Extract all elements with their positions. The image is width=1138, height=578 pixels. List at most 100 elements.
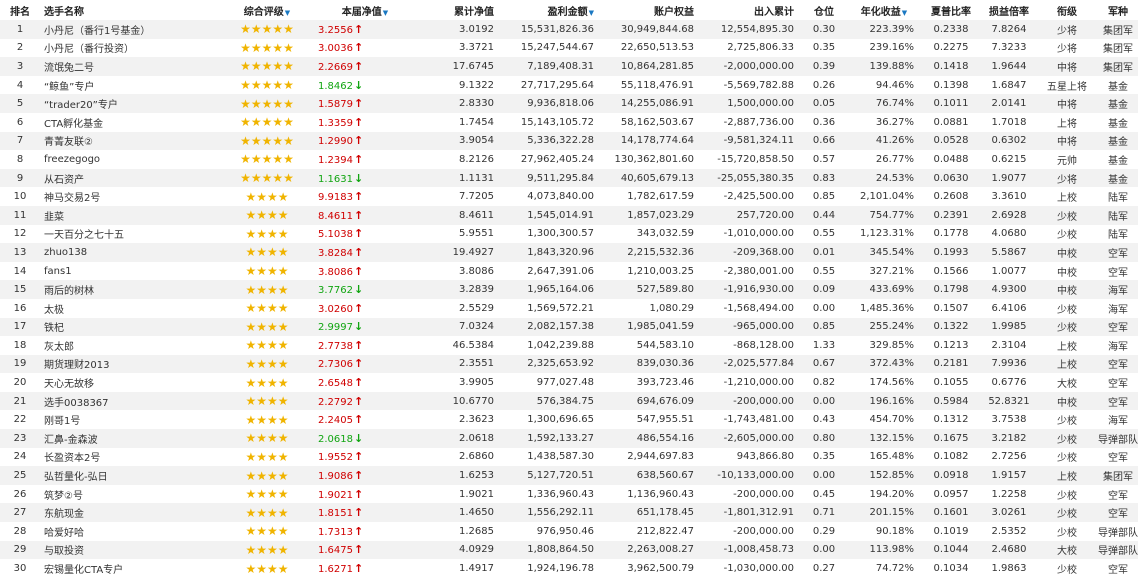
col-equity[interactable]: 账户权益 xyxy=(600,0,700,20)
table-row[interactable]: 1 小丹尼（番行1号基金） ★★★★★ 3.2556↑ 3.0192 15,531,826… xyxy=(0,20,1138,39)
player-name-link[interactable]: “鲸鱼”专户 xyxy=(40,75,216,95)
player-name-link[interactable]: 小丹尼（番行投资） xyxy=(40,38,216,58)
sort-desc-icon[interactable]: ▼ xyxy=(285,9,290,17)
equity-cell: 1,210,003.25 xyxy=(600,261,700,281)
player-name-link[interactable]: 神马交易2号 xyxy=(40,187,216,206)
table-row[interactable]: 22 刚哥1号 ★★★★ 2.2405↑ 2.3623 1,300,696.65 547,9… xyxy=(0,410,1138,430)
table-row[interactable]: 28 哈爱好哈 ★★★★ 1.7313↑ 1.2685 976,950.46 212,822… xyxy=(0,522,1138,541)
player-name-link[interactable]: 一天百分之七十五 xyxy=(40,224,216,244)
player-name-link[interactable]: 选手0038367 xyxy=(40,391,216,411)
col-position[interactable]: 仓位 xyxy=(800,0,848,20)
col-profit[interactable]: 盈利金额▼ xyxy=(500,0,600,20)
player-name-link[interactable]: fans1 xyxy=(40,261,216,281)
table-row[interactable]: 30 宏锡量化CTA专户 ★★★★ 1.6271↑ 1.4917 1,924,196.78… xyxy=(0,559,1138,578)
rank-cell: 4 xyxy=(0,75,40,95)
col-sharpe[interactable]: 夏普比率 xyxy=(920,0,982,20)
nav-value: 2.6548 xyxy=(318,378,353,390)
player-name-link[interactable]: 雨后的树林 xyxy=(40,280,216,299)
sort-desc-icon[interactable]: ▼ xyxy=(383,9,388,17)
table-row[interactable]: 24 长盈资本2号 ★★★★ 1.9552↑ 2.6860 1,438,587.30 2,9… xyxy=(0,447,1138,467)
table-row[interactable]: 12 一天百分之七十五 ★★★★ 5.1038↑ 5.9551 1,300,300.57 3… xyxy=(0,224,1138,244)
player-name-link[interactable]: 韭菜 xyxy=(40,205,216,225)
table-row[interactable]: 6 CTA孵化基金 ★★★★★ 1.3359↑ 1.7454 15,143,105.72 5… xyxy=(0,112,1138,132)
table-row[interactable]: 15 雨后的树林 ★★★★ 3.7762↓ 3.2839 1,965,164.06 527,… xyxy=(0,280,1138,299)
table-row[interactable]: 25 弘哲量化-弘日 ★★★★ 1.9086↑ 1.6253 5,127,720.51 63… xyxy=(0,466,1138,485)
col-pl-ratio[interactable]: 损益倍率 xyxy=(982,0,1036,20)
player-name-link[interactable]: 青菁友联② xyxy=(40,131,216,151)
pl-ratio-cell: 1.0077 xyxy=(982,261,1036,281)
player-name-link[interactable]: 灰太郎 xyxy=(40,336,216,355)
col-name[interactable]: 选手名称 xyxy=(40,0,216,20)
army-cell: 海军 xyxy=(1098,336,1138,355)
player-name-link[interactable]: 期货理财2013 xyxy=(40,354,216,374)
rating-stars: ★★★★ xyxy=(216,559,318,578)
col-cum-nav[interactable]: 累计净值 xyxy=(412,0,500,20)
table-row[interactable]: 2 小丹尼（番行投资） ★★★★★ 3.0036↑ 3.3721 15,247,544.6… xyxy=(0,38,1138,58)
col-title[interactable]: 衔级 xyxy=(1036,0,1098,20)
player-name-link[interactable]: 铁杞 xyxy=(40,317,216,337)
rank-cell: 17 xyxy=(0,317,40,337)
table-row[interactable]: 7 青菁友联② ★★★★★ 1.2990↑ 3.9054 5,336,322.28 14,1… xyxy=(0,131,1138,151)
player-name-link[interactable]: 筑梦②号 xyxy=(40,484,216,504)
table-row[interactable]: 14 fans1 ★★★★ 3.8086↑ 3.8086 2,647,391.06 1,21… xyxy=(0,261,1138,281)
col-annual[interactable]: 年化收益▼ xyxy=(848,0,920,20)
table-row[interactable]: 4 “鲸鱼”专户 ★★★★★ 1.8462↓ 9.1322 27,717,295.64 55… xyxy=(0,75,1138,95)
rating-stars: ★★★★ xyxy=(216,336,318,355)
position-cell: 0.35 xyxy=(800,447,848,467)
position-cell: 0.36 xyxy=(800,112,848,132)
player-name-link[interactable]: 流氓兔二号 xyxy=(40,57,216,76)
player-name-link[interactable]: 东航现金 xyxy=(40,503,216,523)
player-name-link[interactable]: 刚哥1号 xyxy=(40,410,216,430)
arrow-up-icon: ↑ xyxy=(354,245,364,259)
player-name-link[interactable]: 天心无故移 xyxy=(40,373,216,392)
table-row[interactable]: 27 东航现金 ★★★★ 1.8151↑ 1.4650 1,556,292.11 651,1… xyxy=(0,503,1138,523)
table-row[interactable]: 10 神马交易2号 ★★★★ 9.9183↑ 7.7205 4,073,840.00 1,7… xyxy=(0,187,1138,206)
player-name-link[interactable]: freezegogo xyxy=(40,150,216,169)
rank-cell: 8 xyxy=(0,150,40,169)
table-row[interactable]: 11 韭菜 ★★★★ 8.4611↑ 8.4611 1,545,014.91 1,857,0… xyxy=(0,205,1138,225)
player-name-link[interactable]: 太极 xyxy=(40,298,216,318)
table-row[interactable]: 20 天心无故移 ★★★★ 2.6548↑ 3.9905 977,027.48 393,72… xyxy=(0,373,1138,392)
table-row[interactable]: 17 铁杞 ★★★★ 2.9997↓ 7.0324 2,082,157.38 1,985,0… xyxy=(0,317,1138,337)
table-row[interactable]: 19 期货理财2013 ★★★★ 2.7306↑ 2.3551 2,325,653.92 8… xyxy=(0,354,1138,374)
inout-cell: -9,581,324.11 xyxy=(700,131,800,151)
sharpe-cell: 0.1044 xyxy=(920,540,982,560)
army-cell: 集团军 xyxy=(1098,57,1138,76)
table-row[interactable]: 9 从石资产 ★★★★★ 1.1631↓ 1.1131 9,511,295.84 40,60… xyxy=(0,168,1138,188)
col-rank[interactable]: 排名 xyxy=(0,0,40,20)
table-row[interactable]: 21 选手0038367 ★★★★ 2.2792↑ 10.6770 576,384.75 6… xyxy=(0,391,1138,411)
col-nav[interactable]: 本届净值▼ xyxy=(318,0,412,20)
army-cell: 导弹部队 xyxy=(1098,522,1138,541)
col-inout[interactable]: 出入累计 xyxy=(700,0,800,20)
col-army[interactable]: 军种 xyxy=(1098,0,1138,20)
table-row[interactable]: 8 freezegogo ★★★★★ 1.2394↑ 8.2126 27,962,405.… xyxy=(0,150,1138,169)
position-cell: 0.27 xyxy=(800,559,848,578)
player-name-link[interactable]: 小丹尼（番行1号基金） xyxy=(40,20,216,39)
table-row[interactable]: 13 zhuo138 ★★★★ 3.8284↑ 19.4927 1,843,320.96 2… xyxy=(0,243,1138,262)
rank-title-cell: 上校 xyxy=(1036,336,1098,355)
equity-cell: 30,949,844.68 xyxy=(600,20,700,39)
sharpe-cell: 0.2275 xyxy=(920,38,982,58)
player-name-link[interactable]: 与取投资 xyxy=(40,540,216,560)
table-row[interactable]: 26 筑梦②号 ★★★★ 1.9021↑ 1.9021 1,336,960.43 1,136… xyxy=(0,484,1138,504)
sort-desc-icon[interactable]: ▼ xyxy=(589,9,594,17)
player-name-link[interactable]: “trader20”专户 xyxy=(40,94,216,113)
table-row[interactable]: 16 太极 ★★★★ 3.0260↑ 2.5529 1,569,572.21 1,080.2… xyxy=(0,298,1138,318)
table-row[interactable]: 23 汇鼻-金森波 ★★★★ 2.0618↓ 2.0618 1,592,133.27 486… xyxy=(0,429,1138,448)
table-row[interactable]: 5 “trader20”专户 ★★★★★ 1.5879↑ 2.8330 9,936,818… xyxy=(0,94,1138,113)
sort-desc-icon[interactable]: ▼ xyxy=(902,9,907,17)
player-name-link[interactable]: 从石资产 xyxy=(40,168,216,188)
player-name-link[interactable]: 哈爱好哈 xyxy=(40,522,216,541)
rating-stars: ★★★★ xyxy=(216,484,318,504)
player-name-link[interactable]: zhuo138 xyxy=(40,243,216,262)
table-row[interactable]: 29 与取投资 ★★★★ 1.6475↑ 4.0929 1,808,864.50 2,263… xyxy=(0,540,1138,560)
player-name-link[interactable]: 宏锡量化CTA专户 xyxy=(40,559,216,578)
player-name-link[interactable]: 弘哲量化-弘日 xyxy=(40,466,216,485)
table-row[interactable]: 18 灰太郎 ★★★★ 2.7738↑ 46.5384 1,042,239.88 544,5… xyxy=(0,336,1138,355)
army-cell: 集团军 xyxy=(1098,20,1138,39)
player-name-link[interactable]: CTA孵化基金 xyxy=(40,112,216,132)
table-row[interactable]: 3 流氓兔二号 ★★★★★ 2.2669↑ 17.6745 7,189,408.31 10,… xyxy=(0,57,1138,76)
player-name-link[interactable]: 汇鼻-金森波 xyxy=(40,429,216,448)
col-rating[interactable]: 综合评级▼ xyxy=(216,0,318,20)
player-name-link[interactable]: 长盈资本2号 xyxy=(40,447,216,467)
